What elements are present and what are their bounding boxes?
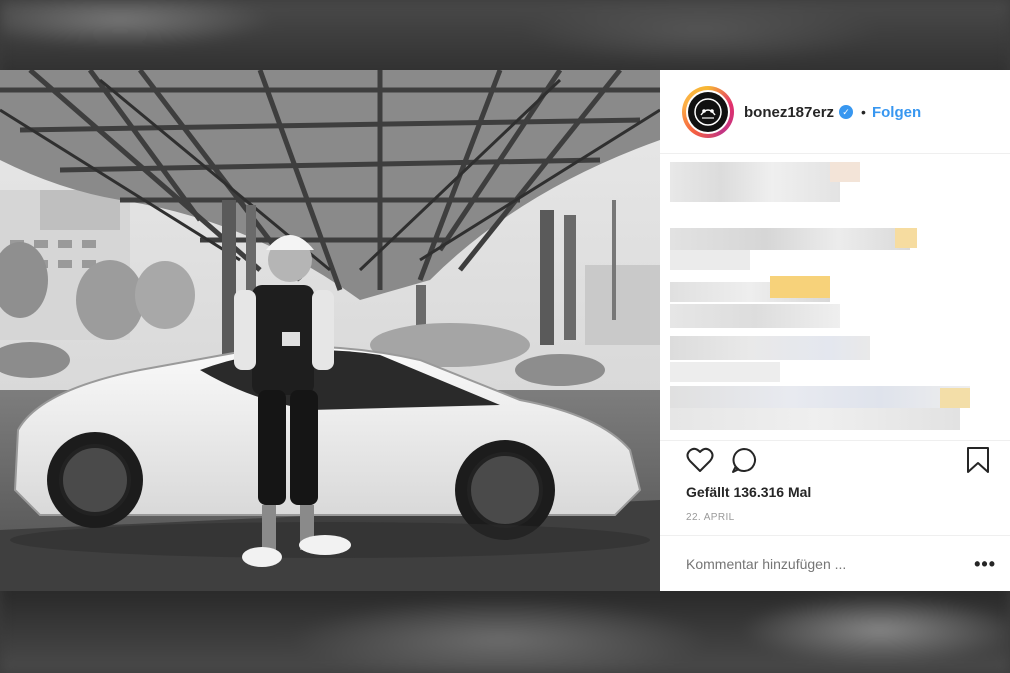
pixel-block	[670, 228, 910, 250]
header-divider	[660, 153, 1010, 154]
pixel-block	[830, 162, 860, 182]
actions-divider	[660, 440, 1010, 441]
pixel-block	[770, 276, 830, 298]
username-link[interactable]: bonez187erz	[744, 104, 834, 121]
photo-illustration	[0, 70, 660, 591]
follow-button[interactable]: Folgen	[872, 104, 921, 121]
comment-bubble-icon[interactable]	[730, 446, 758, 474]
avatar-frame	[686, 90, 730, 134]
post-photo[interactable]	[0, 70, 660, 591]
comment-input[interactable]	[686, 556, 975, 572]
more-options-button[interactable]: •••	[974, 554, 996, 575]
post-side-panel: bonez187erz ✓ • Folgen Gefällt 136.316 M…	[660, 70, 1010, 591]
pixel-block	[670, 304, 840, 328]
post-header: bonez187erz ✓ • Folgen	[682, 84, 988, 140]
pixel-block	[670, 336, 870, 360]
pixel-block	[670, 408, 960, 430]
heart-outline-icon[interactable]	[686, 447, 714, 473]
instagram-post: bonez187erz ✓ • Folgen Gefällt 136.316 M…	[0, 70, 1010, 591]
action-bar	[686, 446, 990, 474]
pixel-block	[940, 388, 970, 408]
comment-row: •••	[686, 552, 996, 576]
comment-divider	[660, 535, 1010, 536]
pixelated-caption	[670, 158, 980, 440]
pixel-block	[670, 162, 840, 202]
separator-dot: •	[861, 104, 866, 120]
pixel-block	[895, 228, 917, 248]
likes-count[interactable]: Gefällt 136.316 Mal	[686, 484, 811, 500]
avatar[interactable]	[682, 86, 734, 138]
verified-badge-icon: ✓	[839, 105, 854, 119]
post-date[interactable]: 22. APRIL	[686, 512, 735, 523]
pixel-block	[670, 362, 780, 382]
avatar-emblem-icon	[694, 98, 722, 126]
pixel-block	[670, 250, 750, 270]
avatar-logo	[688, 92, 728, 132]
pixel-block	[670, 386, 970, 408]
bookmark-icon[interactable]	[966, 446, 990, 474]
